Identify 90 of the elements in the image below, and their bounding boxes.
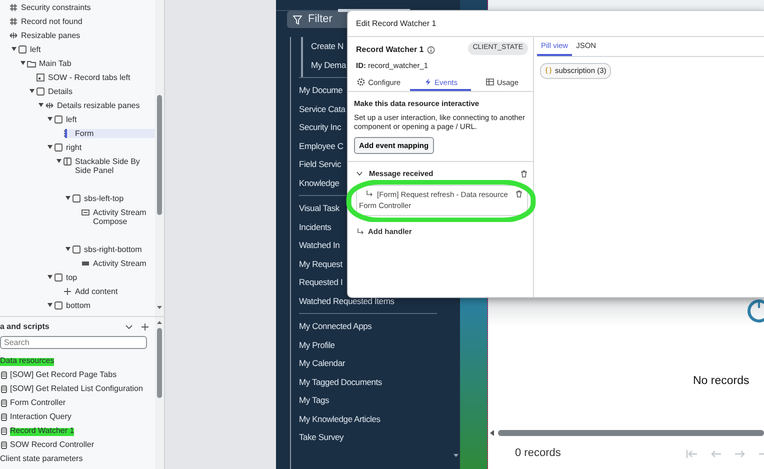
caret-icon[interactable]: [64, 195, 70, 201]
square-icon: [18, 45, 27, 54]
rule-icon: [9, 17, 18, 26]
square-icon: [72, 245, 81, 254]
caret-icon[interactable]: [46, 144, 52, 150]
caret-icon[interactable]: [56, 158, 62, 164]
tree-item[interactable]: Details resizable panes: [57, 101, 155, 110]
caret-icon[interactable]: [38, 102, 44, 108]
return-arrow-icon: [356, 228, 365, 236]
empty-message: No records: [693, 374, 750, 389]
trash-icon[interactable]: [520, 170, 528, 178]
tree-item[interactable]: Details: [48, 87, 155, 96]
trash-icon[interactable]: [515, 190, 523, 198]
tree-item[interactable]: Main Tab: [39, 59, 155, 68]
panel-title: a and scripts: [0, 320, 50, 332]
data-resource-item[interactable]: [SOW] Get Record Page Tabs: [10, 369, 117, 381]
caret-icon[interactable]: [10, 46, 16, 52]
tree-item[interactable]: Activity Stream Compose: [93, 208, 155, 226]
square-icon: [72, 194, 81, 203]
tree-item[interactable]: sbs-left-top: [84, 194, 155, 203]
filter-icon: [293, 14, 302, 24]
resource-name: Record Watcher 1: [356, 44, 424, 56]
tree-item[interactable]: Form: [75, 129, 155, 138]
section-heading: Data resources: [0, 355, 54, 367]
database-icon: [0, 413, 8, 421]
nav-link[interactable]: My Tags: [299, 391, 437, 410]
search-field[interactable]: Search: [0, 336, 147, 349]
nav-link[interactable]: My Knowledge Articles: [299, 410, 437, 428]
nav-link[interactable]: My Calendar: [299, 354, 437, 372]
tree-item[interactable]: left: [30, 45, 155, 54]
nav-link[interactable]: My Connected Apps: [299, 317, 437, 336]
data-resource-item[interactable]: [SOW] Get Related List Configuration: [10, 383, 143, 395]
square-icon: [36, 87, 45, 96]
chevron-down-icon[interactable]: [125, 322, 133, 330]
data-resource-item[interactable]: Interaction Query: [10, 411, 72, 423]
plus-icon: [63, 287, 72, 296]
database-icon: [0, 399, 8, 407]
caret-icon[interactable]: [64, 246, 70, 252]
dialog-title: Edit Record Watcher 1: [348, 11, 764, 37]
database-icon: [0, 385, 8, 393]
panel-icon: [63, 157, 72, 166]
bolt-icon: [424, 78, 432, 86]
resize-icon: [9, 31, 18, 40]
tree-item[interactable]: Security constraints: [21, 3, 155, 12]
tree-item[interactable]: right: [66, 143, 155, 152]
tree-item[interactable]: Record not found: [21, 17, 155, 26]
tree-item[interactable]: Stackable Side By Side Panel: [75, 157, 155, 175]
tree-item[interactable]: Add content: [75, 287, 155, 296]
square-icon: [54, 115, 63, 124]
square-icon: [54, 301, 63, 310]
tree-item[interactable]: bottom: [66, 301, 155, 310]
list-icon: [81, 259, 90, 268]
add-icon[interactable]: [141, 322, 149, 330]
square-icon: [54, 273, 63, 282]
component-icon: [36, 73, 45, 82]
database-icon: [0, 371, 8, 379]
nav-link[interactable]: My Profile: [299, 336, 437, 354]
folder-icon: [27, 59, 36, 68]
tree-item[interactable]: Activity Stream: [93, 259, 155, 268]
caret-icon[interactable]: [46, 116, 52, 122]
rule-icon: [9, 3, 18, 12]
grid-icon: [486, 78, 494, 86]
tree-item[interactable]: top: [66, 273, 155, 282]
caret-icon[interactable]: [46, 302, 52, 308]
compose-icon: [81, 208, 90, 217]
braces-icon: [545, 67, 552, 74]
return-arrow-icon: [365, 190, 374, 198]
record-count: 0 records: [515, 446, 561, 462]
data-resource-item[interactable]: SOW Record Controller: [10, 439, 94, 451]
gear-icon: [357, 78, 366, 86]
tree-item[interactable]: SOW - Record tabs left: [48, 73, 155, 82]
caret-icon[interactable]: [46, 274, 52, 280]
data-resource-item[interactable]: Form Controller: [10, 397, 66, 409]
square-icon: [54, 143, 63, 152]
info-icon[interactable]: [426, 46, 435, 54]
scrollbar[interactable]: [488, 428, 764, 438]
chevron-icon[interactable]: [356, 170, 363, 178]
nav-link[interactable]: Take Survey: [299, 428, 437, 446]
tree-item[interactable]: sbs-right-bottom: [84, 245, 155, 254]
nav-link[interactable]: My Tagged Documents: [299, 372, 437, 391]
caret-icon[interactable]: [28, 88, 34, 94]
caret-icon[interactable]: [20, 60, 26, 66]
database-icon: [0, 427, 8, 435]
section-heading: Client state parameters: [0, 453, 83, 465]
database-icon: [0, 441, 8, 449]
resize-icon: [45, 101, 54, 110]
scrollbar[interactable]: [155, 317, 164, 469]
tree-item[interactable]: left: [66, 115, 155, 124]
tree-item[interactable]: Resizable panes: [21, 31, 155, 40]
data-resource-item[interactable]: Record Watcher 1: [10, 425, 74, 437]
